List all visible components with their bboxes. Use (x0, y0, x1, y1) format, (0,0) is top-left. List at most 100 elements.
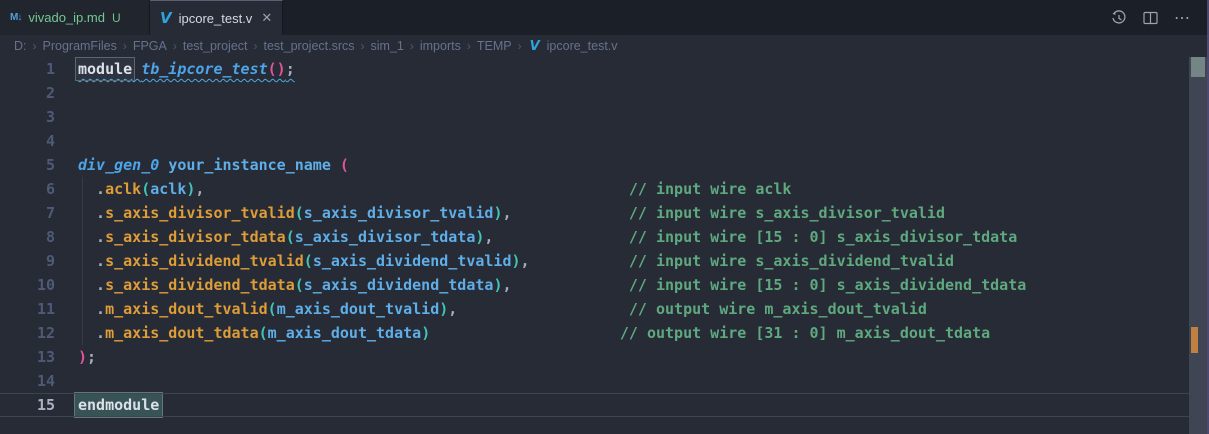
line-number[interactable]: 6 (0, 177, 66, 201)
code-token: , (502, 276, 511, 294)
more-actions-icon[interactable]: ⋯ (1174, 8, 1191, 28)
line-number[interactable]: 9 (0, 249, 66, 273)
chevron-right-icon: › (33, 39, 37, 53)
code-token: module (76, 58, 134, 80)
code-line[interactable]: .s_axis_dividend_tdata(s_axis_dividend_t… (78, 273, 1189, 297)
line-number[interactable]: 15 (0, 393, 66, 417)
code-line[interactable]: ); (78, 345, 1189, 369)
code-line[interactable]: div_gen_0 your_instance_name ( (78, 153, 1189, 177)
chevron-right-icon: › (173, 39, 177, 53)
code-token: ( (304, 252, 313, 270)
line-number[interactable]: 10 (0, 273, 66, 297)
code-token (331, 156, 340, 174)
indent-guide (82, 177, 83, 345)
split-editor-icon[interactable] (1143, 11, 1158, 25)
line-number[interactable]: 7 (0, 201, 66, 225)
line-number[interactable]: 3 (0, 105, 66, 129)
editor-actions: ⋯ (1111, 0, 1209, 35)
editor-window: M↓ vivado_ip.md U V ipcore_test.v ✕ (0, 0, 1209, 434)
code-line[interactable]: endmodule (78, 393, 1189, 417)
chevron-right-icon: › (361, 39, 365, 53)
code-token: , (448, 300, 457, 318)
breadcrumb-file[interactable]: ipcore_test.v (547, 39, 618, 53)
scrollbar[interactable] (1189, 57, 1207, 434)
code-line[interactable]: .m_axis_dout_tdata(m_axis_dout_tdata) //… (78, 321, 1189, 345)
code-token (132, 60, 141, 78)
line-number[interactable]: 14 (0, 369, 66, 393)
code-token (204, 180, 628, 198)
breadcrumb-item-drive[interactable]: D: (14, 39, 27, 53)
code-line[interactable] (78, 81, 1189, 105)
breadcrumb-item[interactable]: imports (420, 39, 461, 53)
code-token: m_axis_dout_tvalid (105, 300, 268, 318)
tab-title: ipcore_test.v (179, 11, 253, 26)
code-line[interactable]: .s_axis_divisor_tdata(s_axis_divisor_tda… (78, 225, 1189, 249)
tab-title: vivado_ip.md (28, 10, 105, 25)
breadcrumb-item[interactable]: test_project (183, 39, 248, 53)
line-number[interactable]: 12 (0, 321, 66, 345)
code-token: ) (439, 300, 448, 318)
code-token: s_axis_divisor_tdata (295, 228, 476, 246)
tab-vivado-ip[interactable]: M↓ vivado_ip.md U (0, 0, 150, 35)
breadcrumb-item[interactable]: TEMP (477, 39, 512, 53)
close-icon[interactable]: ✕ (261, 10, 272, 26)
code-token: m_axis_dout_tdata (105, 324, 259, 342)
code-token (530, 252, 629, 270)
line-number[interactable]: 11 (0, 297, 66, 321)
code-token: // input wire s_axis_dividend_tvalid (629, 252, 954, 270)
untracked-badge: U (112, 11, 121, 25)
code-line[interactable] (78, 129, 1189, 153)
breadcrumb: D: › ProgramFiles › FPGA › test_project … (0, 35, 1209, 57)
chevron-right-icon: › (123, 39, 127, 53)
code-token (430, 324, 620, 342)
code-line[interactable]: module tb_ipcore_test(); (78, 57, 1189, 81)
line-number[interactable]: 4 (0, 129, 66, 153)
code-token: s_axis_dividend_tvalid (313, 252, 512, 270)
code-line[interactable] (78, 105, 1189, 129)
code-token (512, 276, 629, 294)
code-token: ( (295, 276, 304, 294)
line-number[interactable]: 13 (0, 345, 66, 369)
code-token: ( (340, 156, 349, 174)
code-line[interactable] (78, 369, 1189, 393)
line-number[interactable]: 8 (0, 225, 66, 249)
code-token: ( (259, 324, 268, 342)
code-token (159, 156, 168, 174)
tab-bar: M↓ vivado_ip.md U V ipcore_test.v ✕ (0, 0, 1209, 35)
chevron-right-icon: › (518, 39, 522, 53)
code-token: // input wire [15 : 0] s_axis_divisor_td… (629, 228, 1017, 246)
code-line[interactable]: .s_axis_dividend_tvalid(s_axis_dividend_… (78, 249, 1189, 273)
code-token: ) (512, 252, 521, 270)
line-number[interactable]: 1 (0, 57, 66, 81)
code-token: // output wire [31 : 0] m_axis_dout_tdat… (620, 324, 990, 342)
history-icon[interactable] (1111, 10, 1127, 26)
code-token: // output wire m_axis_dout_tvalid (629, 300, 927, 318)
breadcrumb-item[interactable]: sim_1 (371, 39, 404, 53)
code-token: ( (295, 204, 304, 222)
code-line[interactable]: .s_axis_divisor_tvalid(s_axis_divisor_tv… (78, 201, 1189, 225)
line-number[interactable]: 5 (0, 153, 66, 177)
code-token: s_axis_divisor_tvalid (304, 204, 494, 222)
line-number[interactable]: 2 (0, 81, 66, 105)
gutter: 123456789101112131415 (0, 57, 66, 417)
code-line[interactable]: .m_axis_dout_tvalid(m_axis_dout_tvalid),… (78, 297, 1189, 321)
code-area[interactable]: module tb_ipcore_test(); div_gen_0 your_i… (66, 57, 1189, 417)
vivado-icon: V (160, 9, 172, 27)
tab-ipcore-test[interactable]: V ipcore_test.v ✕ (150, 0, 283, 35)
breadcrumb-item[interactable]: FPGA (133, 39, 167, 53)
code-line[interactable]: .aclk(aclk), // input wire aclk (78, 177, 1189, 201)
breadcrumb-item[interactable]: test_project.srcs (264, 39, 355, 53)
markdown-icon: M↓ (10, 12, 21, 23)
code-token (512, 204, 629, 222)
code-token: , (521, 252, 530, 270)
code-token: s_axis_dividend_tvalid (105, 252, 304, 270)
code-token: () (268, 60, 286, 78)
code-token: aclk (105, 180, 141, 198)
code-token: ) (78, 348, 87, 366)
breadcrumb-item[interactable]: ProgramFiles (43, 39, 117, 53)
code-token: ( (286, 228, 295, 246)
code-token: ) (421, 324, 430, 342)
code-token (457, 300, 629, 318)
code-token: s_axis_divisor_tvalid (105, 204, 295, 222)
code-token: div_gen_0 (78, 156, 159, 174)
